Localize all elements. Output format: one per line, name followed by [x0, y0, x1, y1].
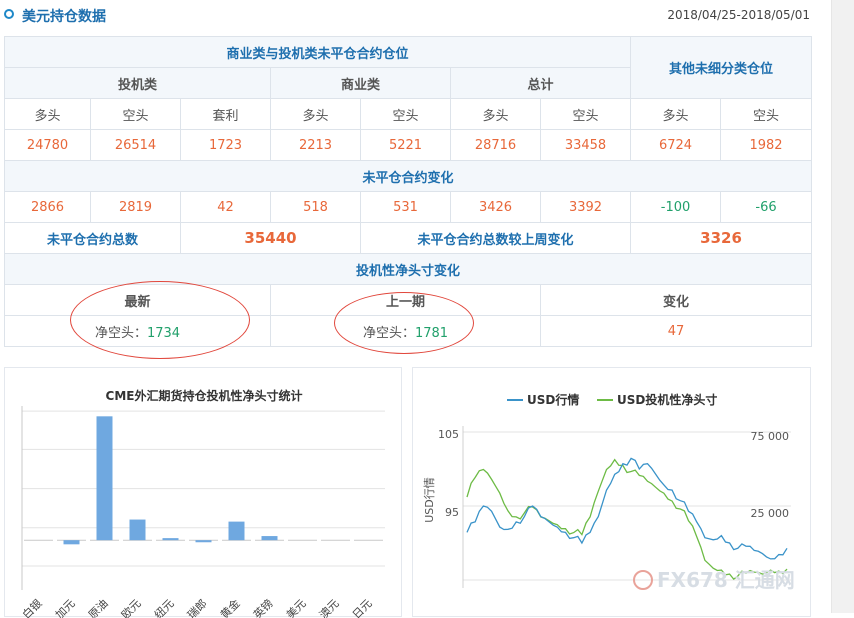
- bar-欧元: [129, 519, 146, 541]
- col-header: 空头: [360, 98, 451, 130]
- net-previous-value: 1781: [414, 325, 449, 341]
- net-section-title: 投机性净头寸变化: [3, 253, 813, 285]
- bar-category-label: 纽元: [151, 596, 176, 618]
- bar-category-label: 美元: [284, 597, 309, 618]
- position-value: 24780: [4, 129, 91, 161]
- position-value: 1982: [720, 129, 813, 161]
- change-value: -66: [720, 191, 813, 223]
- header: 美元持仓数据 2018/04/25-2018/05/01: [0, 0, 854, 32]
- right-axis-tick: 75 000: [751, 430, 790, 443]
- group-header-other: 其他未细分类仓位: [630, 36, 813, 99]
- net-latest-label: 净空头：: [94, 325, 147, 341]
- line-chart: USD行情 USD投机性净头寸 105 95 75 000 25 000 USD行情 FX67…: [423, 392, 795, 592]
- position-value: 28716: [450, 129, 541, 161]
- bar-category-label: 瑞郎: [184, 596, 209, 618]
- left-axis-tick: 95: [445, 506, 459, 519]
- net-col-change: 变化: [539, 284, 813, 316]
- net-col-previous: 上一期: [270, 284, 541, 316]
- change-value: 531: [360, 191, 451, 223]
- oi-total-label: 未平仓合约总数: [4, 222, 181, 254]
- col-header: 空头: [539, 98, 632, 130]
- positions-table: 商业类与投机类未平仓合约仓位 其他未细分类仓位 投机类 商业类 总计 多头 空头…: [3, 36, 813, 347]
- bar-category-label: 原油: [85, 596, 110, 618]
- position-value: 1723: [180, 129, 271, 161]
- col-header: 多头: [270, 98, 361, 130]
- change-value: 518: [270, 191, 361, 223]
- change-value: -100: [630, 191, 722, 223]
- bar-category-label: 黄金: [217, 596, 242, 618]
- section-circle-icon: [4, 9, 14, 19]
- series-usd-net-position: [466, 458, 788, 580]
- page-title: 美元持仓数据: [22, 9, 106, 25]
- net-latest-value: 1734: [146, 325, 181, 341]
- bar-黄金: [228, 521, 245, 541]
- line-chart-panel: USD行情 USD投机性净头寸 105 95 75 000 25 000 USD行情 FX67…: [412, 367, 811, 617]
- col-header: 空头: [90, 98, 181, 130]
- subheader-speculative: 投机类: [4, 67, 271, 99]
- col-header: 多头: [450, 98, 541, 130]
- bar-瑞郎: [195, 540, 212, 543]
- col-header: 多头: [4, 98, 91, 130]
- net-col-latest: 最新: [4, 284, 271, 316]
- position-value: 33458: [539, 129, 632, 161]
- net-previous-label: 净空头：: [362, 325, 415, 341]
- change-value: 2866: [4, 191, 91, 223]
- scrollbar[interactable]: [831, 0, 854, 613]
- left-axis-tick: 105: [438, 428, 459, 441]
- col-header: 套利: [180, 98, 271, 130]
- change-section-title: 未平仓合约变化: [3, 160, 813, 192]
- change-value: 3426: [450, 191, 541, 223]
- change-value: 42: [180, 191, 271, 223]
- change-value: 3392: [539, 191, 632, 223]
- bar-category-label: 澳元: [317, 597, 342, 618]
- legend-label: USD行情: [527, 392, 579, 407]
- change-value: 2819: [90, 191, 181, 223]
- left-axis-label: USD行情: [423, 477, 436, 523]
- bar-category-label: 英镑: [250, 596, 275, 618]
- legend-label: USD投机性净头寸: [617, 392, 717, 407]
- subheader-commercial: 商业类: [270, 67, 451, 99]
- bar-category-label: 白银: [19, 596, 44, 618]
- net-change-value: 47: [539, 315, 813, 347]
- position-value: 5221: [360, 129, 451, 161]
- bar-chart: CME外汇期货持仓投机性净头寸统计白银 加元 原油 欧元 纽元 瑞郎 黄金 英镑 美元 澳元 日元: [19, 388, 385, 618]
- position-value: 26514: [90, 129, 181, 161]
- bar-英镑: [261, 536, 278, 541]
- series-usd-index: [466, 457, 788, 560]
- oi-change-value: 3326: [630, 222, 813, 254]
- bar-category-label: 加元: [53, 597, 78, 618]
- position-value: 6724: [630, 129, 722, 161]
- col-header: 多头: [630, 98, 722, 130]
- bar-category-label: 日元: [350, 597, 375, 618]
- bar-加元: [63, 540, 80, 545]
- bar-原油: [96, 416, 113, 541]
- watermark-text: FX678 汇通网: [657, 568, 795, 592]
- group-header-commercial: 商业类与投机类未平仓合约仓位: [3, 36, 632, 68]
- bar-chart-title: CME外汇期货持仓投机性净头寸统计: [106, 388, 303, 403]
- col-header: 空头: [720, 98, 813, 130]
- net-previous: 净空头：1781: [270, 315, 541, 347]
- bar-category-label: 欧元: [119, 597, 144, 618]
- oi-change-label: 未平仓合约总数较上周变化: [359, 222, 632, 254]
- net-latest: 净空头：1734: [4, 315, 271, 347]
- oi-total-value: 35440: [180, 222, 361, 254]
- bar-chart-panel: CME外汇期货持仓投机性净头寸统计白银 加元 原油 欧元 纽元 瑞郎 黄金 英镑 美元 澳元 日元: [4, 367, 402, 618]
- bar-纽元: [162, 538, 179, 541]
- subheader-total: 总计: [449, 67, 632, 99]
- date-range: 2018/04/25-2018/05/01: [667, 8, 810, 22]
- right-axis-tick: 25 000: [751, 507, 790, 520]
- position-value: 2213: [270, 129, 361, 161]
